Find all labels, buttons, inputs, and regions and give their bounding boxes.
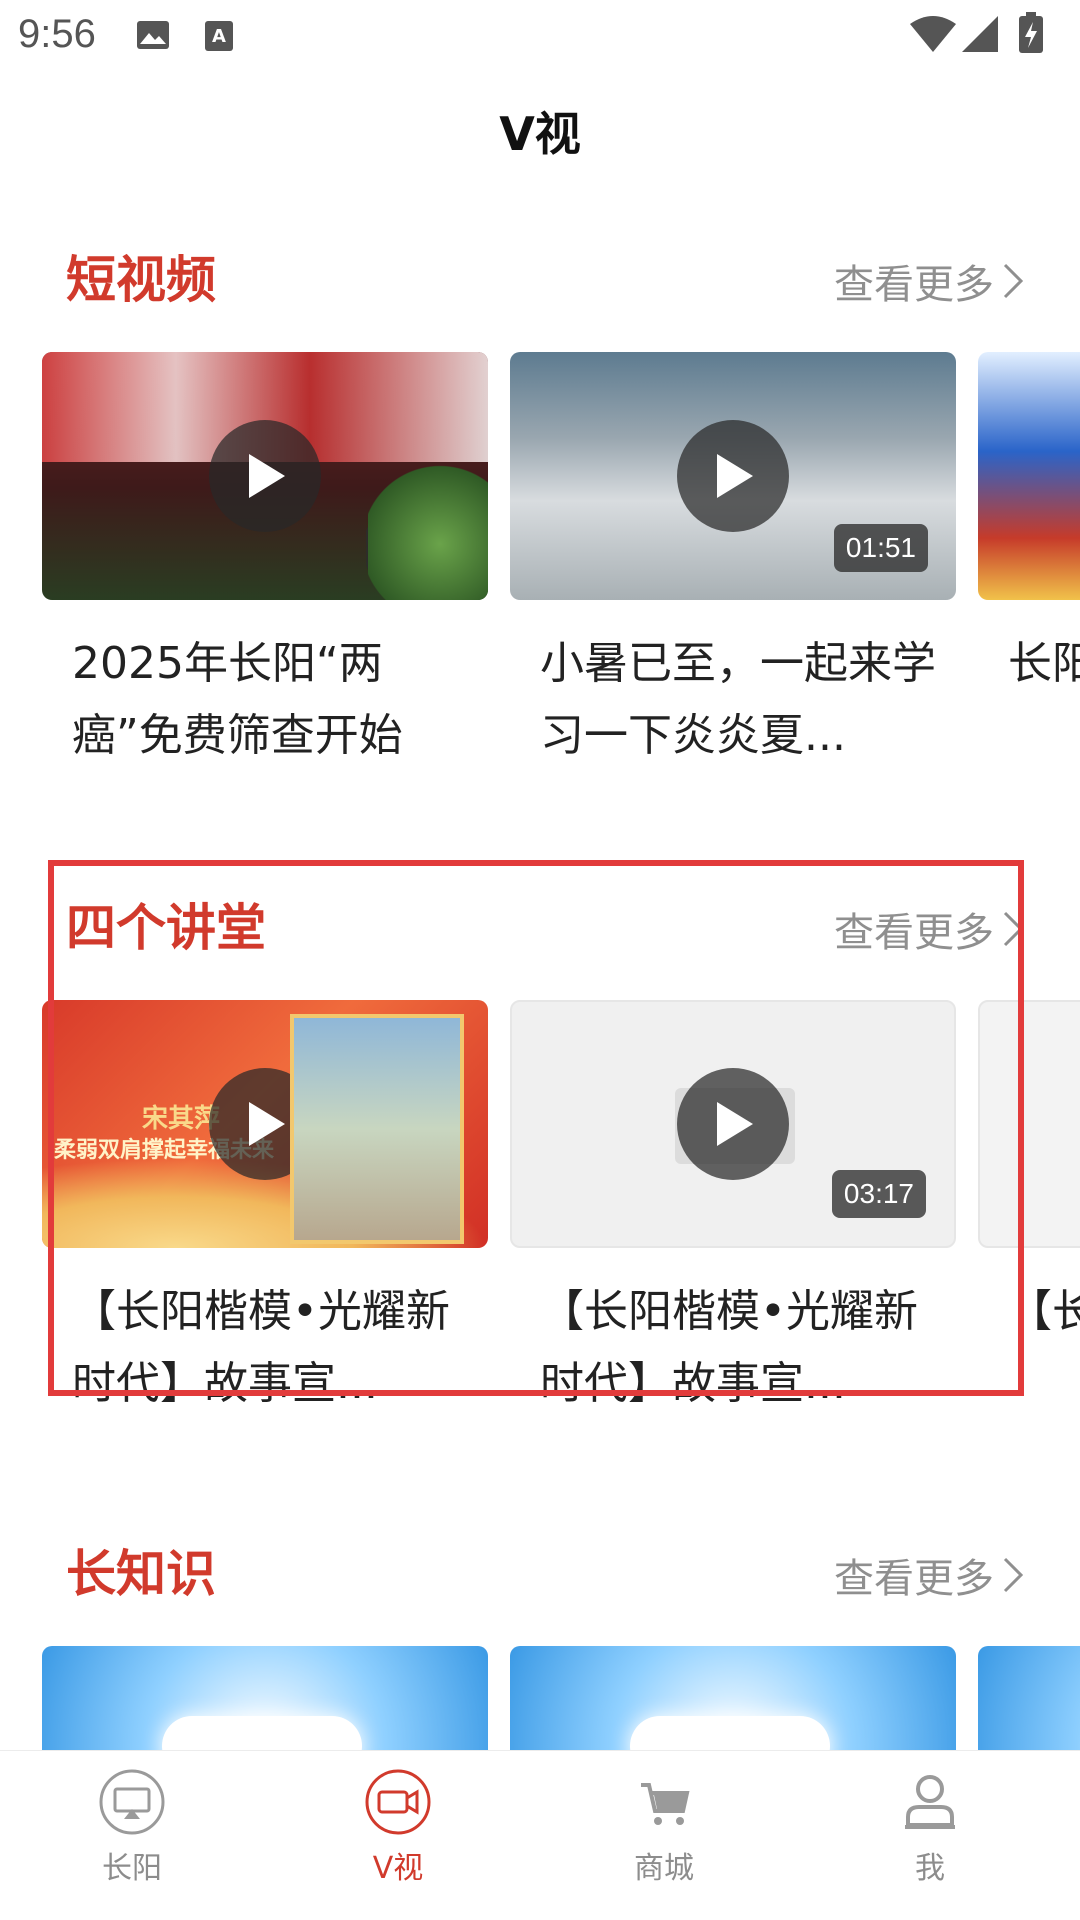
section-four-lectures: 四个讲堂 查看更多 宋其萍 柔弱双肩撑起幸福未来 03:03 【长阳楷模•光耀新… — [0, 880, 1080, 1440]
nav-label: 商城 — [634, 1851, 694, 1886]
video-card[interactable]: 【长新时 — [978, 1000, 1080, 1337]
status-bar: 9:56 A — [0, 0, 1080, 72]
video-thumbnail[interactable]: 00:15 — [42, 352, 488, 600]
video-thumbnail[interactable]: 宋其萍 柔弱双肩撑起幸福未来 03:03 — [42, 1000, 488, 1248]
duration-badge: 00:15 — [365, 524, 460, 572]
play-icon[interactable] — [677, 420, 789, 532]
signal-icon — [962, 16, 998, 56]
keyboard-a-icon: A — [204, 20, 234, 56]
person-figure-icon — [360, 1074, 392, 1214]
duration-badge: 03:17 — [831, 1170, 926, 1218]
video-card[interactable] — [510, 1646, 956, 1750]
svg-text:A: A — [212, 26, 226, 47]
video-card[interactable]: 00:15 2025年长阳“两癌”免费筛查开始 — [42, 352, 488, 761]
section-header: 四个讲堂 查看更多 — [0, 880, 1080, 960]
nav-label: V视 — [372, 1851, 424, 1886]
section-header: 短视频 查看更多 — [0, 232, 1080, 312]
nav-item-me[interactable]: 我 — [830, 1767, 1030, 1887]
nav-label: 长阳 — [102, 1851, 162, 1886]
nav-item-changyang[interactable]: 长阳 — [32, 1767, 232, 1887]
section-title: 短视频 — [66, 251, 216, 309]
video-camera-icon — [365, 1769, 431, 1835]
duration-badge: 03:03 — [365, 1172, 460, 1220]
video-thumbnail[interactable] — [978, 1000, 1080, 1248]
video-card[interactable] — [978, 1646, 1080, 1750]
section-title: 四个讲堂 — [66, 899, 266, 957]
battery-charging-icon — [1018, 12, 1044, 58]
nav-label: 我 — [915, 1851, 945, 1886]
play-icon[interactable] — [209, 420, 321, 532]
nav-item-mall[interactable]: 商城 — [564, 1767, 764, 1887]
video-card[interactable]: 01:51 小暑已至，一起来学习一下炎炎夏... — [510, 352, 956, 761]
video-thumbnail[interactable] — [42, 1646, 488, 1750]
play-icon[interactable] — [209, 1068, 321, 1180]
video-card[interactable] — [42, 1646, 488, 1750]
person-icon — [905, 1775, 955, 1829]
video-title[interactable]: 【长阳楷模•光耀新时代】故事宣... — [72, 1276, 482, 1420]
cart-icon — [641, 1783, 690, 1825]
video-thumbnail[interactable] — [510, 1646, 956, 1750]
section-knowledge: 长知识 查看更多 — [0, 1526, 1080, 1750]
video-card[interactable]: 宋其萍 柔弱双肩撑起幸福未来 03:03 【长阳楷模•光耀新时代】故事宣... — [42, 1000, 488, 1409]
video-carousel[interactable]: 00:15 2025年长阳“两癌”免费筛查开始 01:51 小暑已至，一起来学习… — [0, 352, 1080, 792]
video-thumbnail[interactable]: 03:17 — [510, 1000, 956, 1248]
v-video-screen: 9:56 A V视 短视频 查看更多 00:15 2025年长阳“两癌”免费筛查… — [0, 0, 1080, 1920]
video-carousel[interactable]: 宋其萍 柔弱双肩撑起幸福未来 03:03 【长阳楷模•光耀新时代】故事宣... … — [0, 1000, 1080, 1440]
video-card[interactable]: 03:17 【长阳楷模•光耀新时代】故事宣... — [510, 1000, 956, 1409]
status-time: 9:56 — [18, 12, 96, 56]
view-more-link[interactable]: 查看更多 — [834, 900, 1024, 958]
video-title[interactable]: 【长阳楷模•光耀新时代】故事宣... — [540, 1276, 950, 1420]
title-bar: V视 — [0, 96, 1080, 172]
video-title[interactable]: 长阳获 — [1008, 628, 1080, 700]
view-more-link[interactable]: 查看更多 — [834, 252, 1024, 310]
nav-item-vshi[interactable]: V视 — [298, 1767, 498, 1887]
page-title: V视 — [499, 107, 581, 161]
video-title[interactable]: 【长新时 — [1008, 1276, 1080, 1348]
view-more-label: 查看更多 — [834, 262, 994, 308]
video-thumbnail[interactable]: 01:51 — [510, 352, 956, 600]
section-short-videos: 短视频 查看更多 00:15 2025年长阳“两癌”免费筛查开始 01:51 小… — [0, 232, 1080, 792]
video-thumbnail[interactable] — [978, 352, 1080, 600]
section-title: 长知识 — [66, 1545, 216, 1603]
wifi-icon — [910, 16, 956, 56]
chevron-right-icon — [1003, 911, 1024, 947]
duration-badge: 01:51 — [833, 524, 928, 572]
video-carousel[interactable] — [0, 1646, 1080, 1750]
video-title[interactable]: 小暑已至，一起来学习一下炎炎夏... — [540, 628, 950, 772]
chevron-right-icon — [1003, 263, 1024, 299]
play-icon[interactable] — [677, 1068, 789, 1180]
bottom-nav: 长阳 V视 商城 我 — [0, 1750, 1080, 1920]
section-header: 长知识 查看更多 — [0, 1526, 1080, 1606]
chevron-right-icon — [1003, 1557, 1024, 1593]
view-more-link[interactable]: 查看更多 — [834, 1546, 1024, 1604]
view-more-label: 查看更多 — [834, 1556, 994, 1602]
view-more-label: 查看更多 — [834, 910, 994, 956]
video-thumbnail[interactable] — [978, 1646, 1080, 1750]
video-title[interactable]: 2025年长阳“两癌”免费筛查开始 — [72, 628, 482, 772]
airplay-icon — [99, 1769, 165, 1835]
image-icon — [136, 20, 170, 54]
video-card[interactable]: 长阳获 — [978, 352, 1080, 689]
